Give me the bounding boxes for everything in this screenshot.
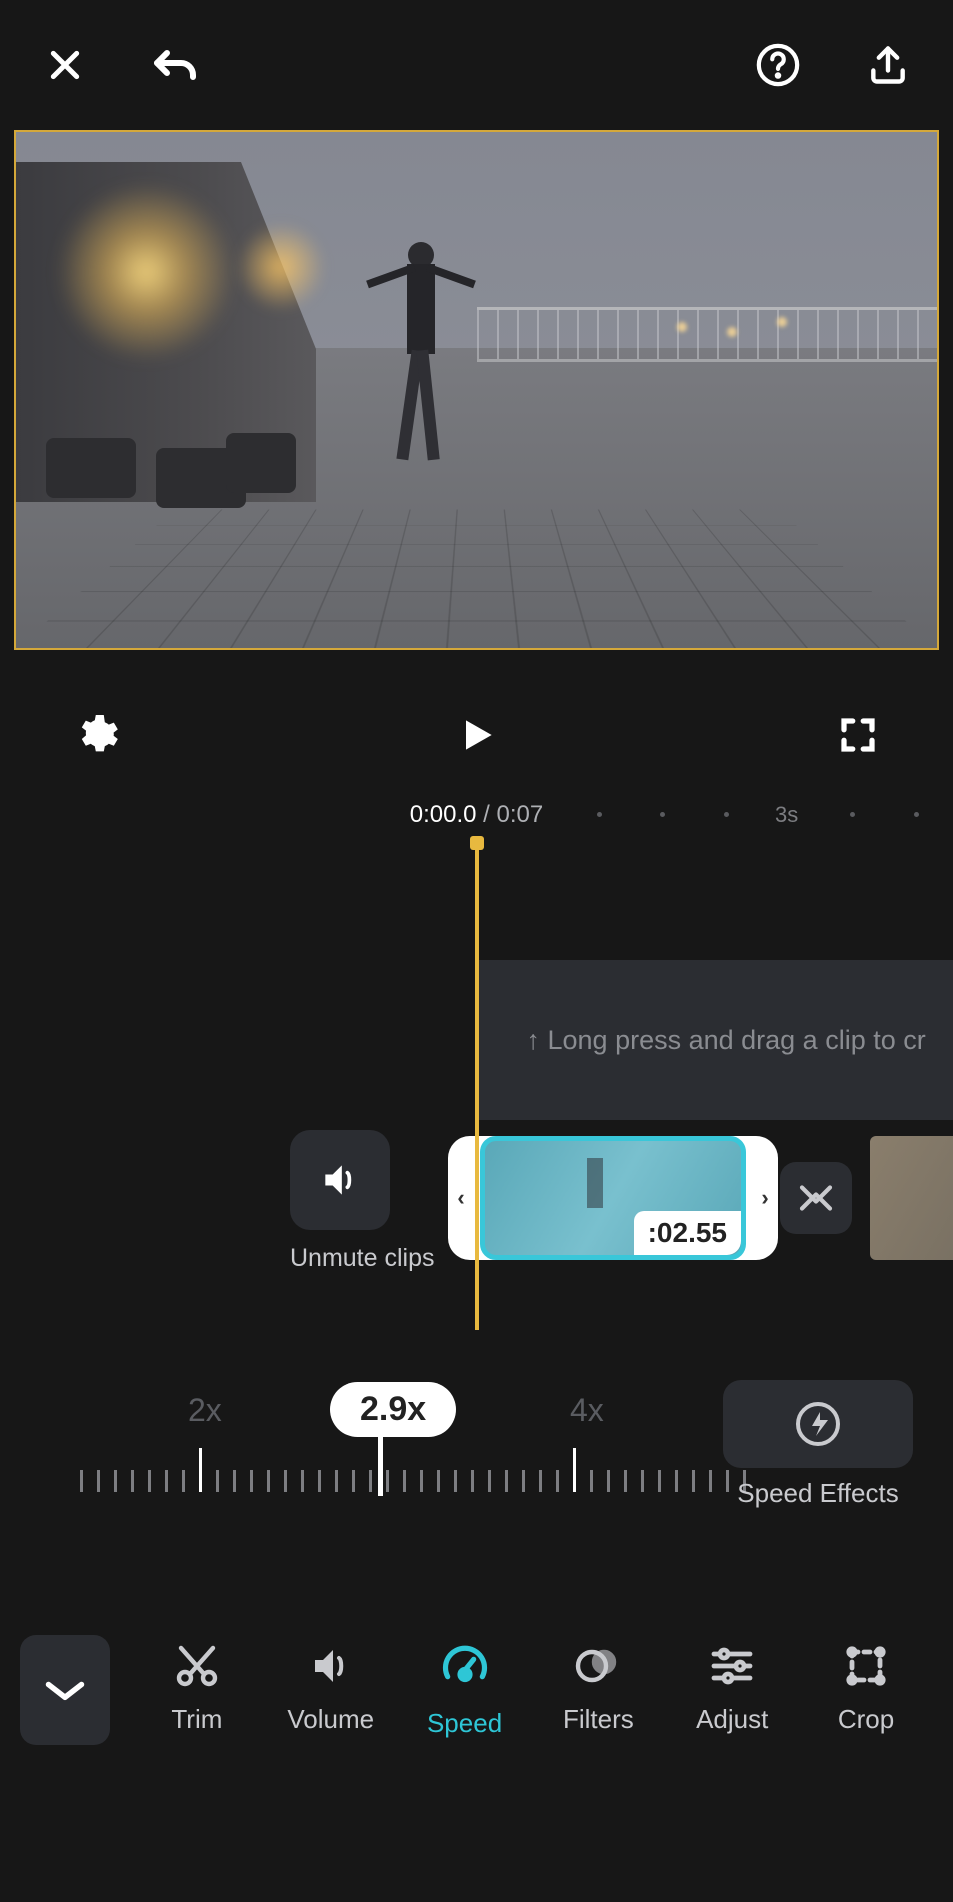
- tool-crop-label: Crop: [838, 1704, 894, 1735]
- transition-icon: [795, 1177, 837, 1219]
- tool-list: Trim Volume Speed Filters Adjust Crop: [130, 1642, 933, 1739]
- clip-selected[interactable]: :02.55: [480, 1136, 746, 1260]
- time-current: 0:00.0: [410, 801, 477, 828]
- undo-button[interactable]: [150, 40, 200, 90]
- preview-subject: [386, 242, 456, 472]
- filters-icon: [574, 1642, 622, 1690]
- trim-handle-right-icon: ›: [752, 1185, 778, 1211]
- speed-ticks: [80, 1444, 780, 1492]
- bottom-toolbar: Trim Volume Speed Filters Adjust Crop: [0, 1600, 953, 1780]
- video-preview[interactable]: [14, 130, 939, 650]
- overlay-track[interactable]: ↑ Long press and drag a clip to cr: [477, 960, 953, 1120]
- speed-cursor[interactable]: [378, 1436, 383, 1496]
- export-button[interactable]: [863, 40, 913, 90]
- fullscreen-button[interactable]: [833, 710, 883, 760]
- tool-filters[interactable]: Filters: [533, 1642, 663, 1739]
- overlay-hint: ↑ Long press and drag a clip to cr: [527, 1025, 926, 1056]
- tool-volume-label: Volume: [287, 1704, 374, 1735]
- unmute-label: Unmute clips: [290, 1244, 435, 1273]
- time-ruler: 0:00.0 / 0:07 3s: [0, 790, 953, 840]
- tool-filters-label: Filters: [563, 1704, 634, 1735]
- trim-handle-left-icon: ‹: [448, 1185, 474, 1211]
- sliders-icon: [708, 1642, 756, 1690]
- tool-trim[interactable]: Trim: [132, 1642, 262, 1739]
- play-icon: [455, 713, 499, 757]
- play-button[interactable]: [452, 710, 502, 760]
- export-icon: [866, 42, 910, 88]
- volume-icon: [307, 1642, 355, 1690]
- tool-trim-label: Trim: [171, 1704, 222, 1735]
- transition-button[interactable]: [780, 1162, 852, 1234]
- tool-speed[interactable]: Speed: [400, 1642, 530, 1739]
- speed-current-value: 2.9x: [330, 1382, 456, 1437]
- gear-icon: [71, 711, 119, 759]
- timeline[interactable]: 0:00.0 / 0:07 3s ↑ Long press and drag a…: [0, 790, 953, 1350]
- speed-effects-label: Speed Effects: [723, 1478, 913, 1509]
- tool-volume[interactable]: Volume: [266, 1642, 396, 1739]
- time-mark-3s: 3s: [775, 802, 798, 828]
- speaker-icon: [318, 1158, 362, 1202]
- help-button[interactable]: [753, 40, 803, 90]
- scissors-icon: [173, 1642, 221, 1690]
- top-bar-right: [753, 40, 913, 90]
- clip-duration: :02.55: [634, 1211, 741, 1255]
- collapse-panel-button[interactable]: [20, 1635, 110, 1745]
- speed-marker-2x: 2x: [188, 1392, 222, 1429]
- top-bar-left: [40, 40, 200, 90]
- playhead[interactable]: [475, 838, 479, 1330]
- top-bar: [0, 0, 953, 120]
- close-button[interactable]: [40, 40, 90, 90]
- help-icon: [755, 42, 801, 88]
- settings-button[interactable]: [70, 710, 120, 760]
- close-icon: [45, 45, 85, 85]
- speed-effects: Speed Effects: [723, 1380, 913, 1509]
- undo-icon: [151, 45, 199, 85]
- speed-marker-4x: 4x: [570, 1392, 604, 1429]
- clip-next[interactable]: [870, 1136, 953, 1260]
- tool-speed-label: Speed: [427, 1708, 502, 1739]
- tool-adjust[interactable]: Adjust: [667, 1642, 797, 1739]
- preview-controls: [0, 650, 953, 790]
- speedometer-icon: [439, 1642, 491, 1694]
- unmute-button[interactable]: [290, 1130, 390, 1230]
- video-editor-screen: 0:00.0 / 0:07 3s ↑ Long press and drag a…: [0, 0, 953, 1902]
- speed-effects-button[interactable]: [723, 1380, 913, 1468]
- crop-icon: [842, 1642, 890, 1690]
- tool-crop[interactable]: Crop: [801, 1642, 931, 1739]
- bolt-icon: [794, 1400, 842, 1448]
- unmute-clips: Unmute clips: [290, 1130, 435, 1273]
- speed-slider[interactable]: 2x 4x 2.9x: [80, 1386, 780, 1506]
- time-display: 0:00.0 / 0:07: [410, 801, 543, 829]
- chevron-down-icon: [43, 1678, 87, 1702]
- tool-adjust-label: Adjust: [696, 1704, 768, 1735]
- fullscreen-icon: [837, 714, 879, 756]
- time-total: 0:07: [497, 801, 544, 828]
- speed-panel: 2x 4x 2.9x Speed Effects: [0, 1350, 953, 1600]
